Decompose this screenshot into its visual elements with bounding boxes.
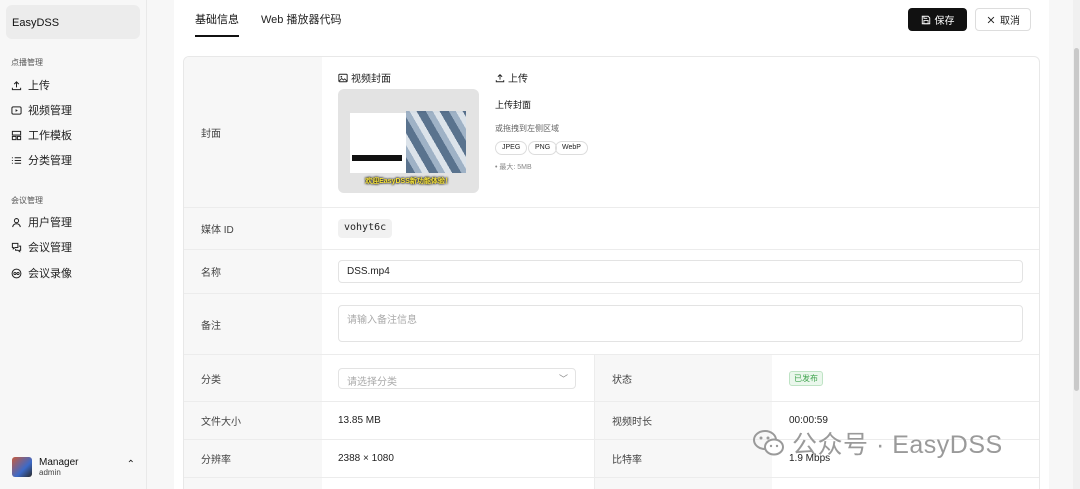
upload-tab[interactable]: 上传 (495, 70, 528, 85)
tab-web-player-code[interactable]: Web 播放器代码 (261, 0, 341, 37)
sidebar-item-template[interactable]: 工作模板 (11, 126, 72, 144)
watermark: 公众号 · EasyDSS (752, 425, 1003, 461)
media-id-label: 媒体 ID (184, 208, 322, 249)
status-label: 状态 (594, 355, 772, 401)
category-placeholder: 请选择分类 (347, 377, 397, 388)
chevron-down-icon: ﹀ (558, 374, 568, 384)
row-note: 备注 请输入备注信息 (184, 294, 1039, 355)
sidebar-item-label: 会议管理 (28, 242, 72, 254)
sidebar-item-users[interactable]: 用户管理 (11, 213, 72, 231)
cancel-button[interactable]: 取消 (975, 8, 1031, 31)
thumb-button (352, 155, 402, 161)
save-icon (921, 15, 930, 24)
duration-label: 视频时长 (594, 402, 772, 439)
name-input[interactable]: DSS.mp4 (338, 260, 1023, 283)
row-name: 名称 DSS.mp4 (184, 250, 1039, 294)
user-role: admin (39, 468, 61, 477)
cover-label: 封面 (184, 57, 322, 207)
save-label: 保存 (934, 16, 955, 27)
bitrate-label: 比特率 (594, 440, 772, 477)
sidebar-item-video[interactable]: 视频管理 (11, 101, 72, 119)
upload-heading: 上传封面 (495, 100, 532, 110)
sidebar-item-label: 视频管理 (28, 105, 72, 117)
sidebar: EasyDSS 点播管理 上传 视频管理 工作模板 分类管理 会议管理 用户管理… (0, 0, 147, 489)
thumb-caption: 欢迎EasyDSS新功能体验！ (365, 178, 452, 185)
scrollbar[interactable] (1073, 0, 1080, 489)
file-size-value: 13.85 MB (338, 415, 381, 426)
next-row-label (184, 478, 322, 489)
sidebar-item-label: 上传 (28, 80, 50, 92)
row-category-status: 分类 请选择分类 ﹀ 状态 已发布 (184, 355, 1039, 402)
tab-basic-info[interactable]: 基础信息 (195, 0, 239, 37)
sidebar-item-label: 分类管理 (28, 155, 72, 167)
sidebar-item-recordings[interactable]: 会议录像 (11, 264, 72, 282)
file-size-label: 文件大小 (184, 402, 322, 439)
group-label-meeting: 会议管理 (11, 196, 43, 205)
format-tag: PNG (528, 141, 558, 155)
group-label-vod: 点播管理 (11, 58, 43, 67)
thumb-graphic (406, 111, 466, 173)
record-icon (11, 268, 22, 278)
video-icon (11, 105, 22, 115)
wechat-icon (753, 430, 784, 456)
category-label: 分类 (184, 355, 322, 401)
cover-thumbnail[interactable]: 欢迎EasyDSS新功能体验！ (338, 89, 479, 193)
sidebar-item-label: 用户管理 (28, 217, 72, 229)
upload-max-size: • 最大: 5MB (495, 164, 532, 171)
row-next (184, 478, 1039, 489)
chevron-updown-icon: ⌃ (126, 459, 135, 470)
meeting-icon (11, 242, 22, 253)
resolution-label: 分辨率 (184, 440, 322, 477)
row-cover: 封面 视频封面 上传 欢迎EasyDSS新功能体验！ 上传封面 或拖拽到左侧区域 (184, 57, 1039, 208)
sidebar-item-label: 工作模板 (28, 130, 72, 142)
upload-icon (11, 80, 22, 90)
list-icon (11, 156, 22, 164)
cover-tab[interactable]: 视频封面 (338, 70, 391, 85)
app-root: EasyDSS 点播管理 上传 视频管理 工作模板 分类管理 会议管理 用户管理… (0, 0, 1080, 489)
scrollbar-thumb[interactable] (1074, 48, 1079, 391)
row-media-id: 媒体 ID vohyt6c (184, 208, 1039, 250)
resolution-value: 2388 × 1080 (338, 453, 394, 464)
image-icon (338, 73, 348, 82)
upload-icon (495, 73, 505, 82)
status-badge: 已发布 (789, 371, 823, 386)
user-icon (12, 217, 21, 227)
format-tag: JPEG (495, 141, 528, 155)
category-select[interactable]: 请选择分类 ﹀ (338, 368, 576, 389)
sidebar-item-category[interactable]: 分类管理 (11, 151, 72, 169)
brand-switcher[interactable]: EasyDSS (6, 5, 140, 39)
user-menu[interactable]: Manager admin ⌃ (12, 453, 137, 481)
sidebar-item-meetings[interactable]: 会议管理 (11, 238, 72, 256)
upload-title: 上传 (508, 74, 528, 85)
template-icon (11, 130, 22, 140)
watermark-text: 公众号 · EasyDSS (792, 431, 1003, 459)
save-button[interactable]: 保存 (908, 8, 967, 31)
note-label: 备注 (184, 294, 322, 354)
format-tag: WebP (555, 141, 588, 155)
main-panel: 基础信息 Web 播放器代码 保存 取消 封面 视频封面 上传 欢迎EasyDS… (174, 0, 1049, 489)
cancel-label: 取消 (1000, 16, 1020, 27)
sidebar-item-upload[interactable]: 上传 (11, 76, 50, 94)
media-id-value: vohyt6c (338, 219, 393, 238)
sidebar-item-label: 会议录像 (28, 268, 72, 280)
next-row-label-2 (594, 478, 772, 489)
user-name: Manager (39, 457, 79, 468)
tab-bar: 基础信息 Web 播放器代码 (195, 0, 363, 37)
avatar (12, 457, 32, 477)
name-label: 名称 (184, 250, 322, 293)
cover-title: 视频封面 (351, 74, 391, 85)
note-textarea[interactable]: 请输入备注信息 (338, 305, 1023, 342)
close-icon (987, 16, 995, 23)
upload-hint: 或拖拽到左侧区域 (495, 124, 559, 133)
